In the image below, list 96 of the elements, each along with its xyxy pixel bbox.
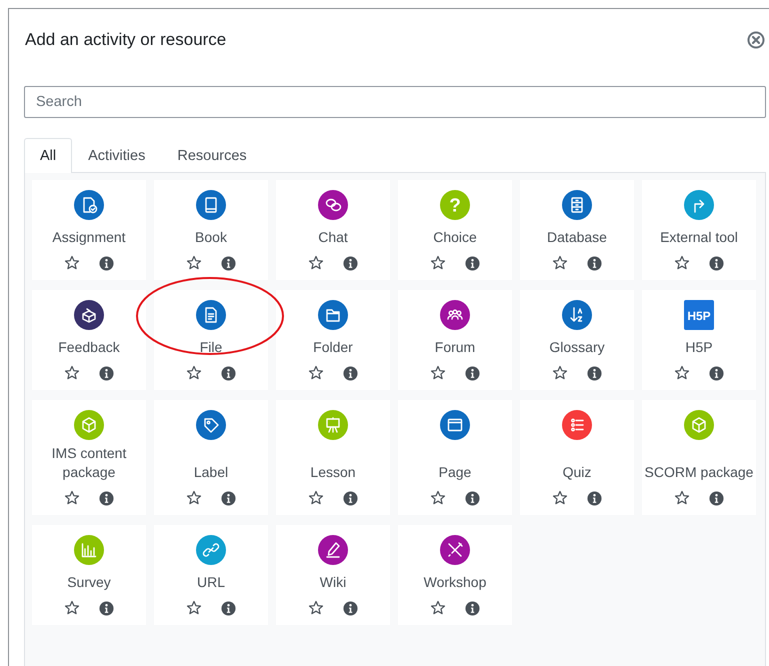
close-icon[interactable] [747, 31, 765, 49]
activity-card[interactable]: SCORM package [642, 400, 756, 515]
star-icon[interactable] [674, 365, 690, 381]
star-icon[interactable] [308, 365, 324, 381]
dialog-title: Add an activity or resource [25, 30, 226, 50]
star-icon[interactable] [308, 490, 324, 506]
activity-card[interactable]: Feedback [32, 290, 146, 390]
star-icon[interactable] [186, 365, 202, 381]
star-icon[interactable] [674, 255, 690, 271]
activity-card[interactable]: Chat [276, 180, 390, 280]
h5p-logo-icon: H5P [684, 300, 714, 330]
star-icon[interactable] [674, 490, 690, 506]
activity-name: Survey [67, 573, 111, 592]
activity-card[interactable]: Wiki [276, 525, 390, 625]
activity-card[interactable]: Assignment [32, 180, 146, 280]
activity-name: Database [547, 228, 607, 247]
activity-card[interactable]: External tool [642, 180, 756, 280]
info-icon[interactable] [99, 366, 114, 380]
star-icon[interactable] [552, 490, 568, 506]
star-icon[interactable] [64, 255, 80, 271]
activity-name: Workshop [424, 573, 486, 592]
info-icon[interactable] [465, 600, 480, 616]
star-icon[interactable] [552, 365, 568, 381]
activity-name: Folder [313, 338, 353, 357]
tab[interactable]: Resources [161, 138, 263, 173]
star-icon[interactable] [64, 600, 80, 616]
activity-name: Choice [433, 228, 477, 247]
activity-card[interactable]: Folder [276, 290, 390, 390]
star-icon[interactable] [186, 490, 202, 506]
activity-name: Label [194, 463, 228, 482]
activity-name: Lesson [310, 463, 356, 482]
activity-name: Glossary [549, 338, 605, 357]
activity-name: SCORM package [644, 463, 754, 482]
info-icon[interactable] [709, 256, 724, 270]
info-icon[interactable] [99, 256, 114, 270]
info-icon[interactable] [587, 256, 602, 270]
activity-card[interactable]: File [154, 290, 268, 390]
info-icon[interactable] [99, 600, 114, 616]
info-icon[interactable] [465, 256, 480, 270]
tab[interactable]: All [24, 138, 72, 173]
info-icon[interactable] [221, 366, 236, 380]
info-icon[interactable] [709, 490, 724, 506]
info-icon[interactable] [587, 490, 602, 506]
activity-card[interactable]: Quiz [520, 400, 634, 515]
activity-card[interactable]: Forum [398, 290, 512, 390]
activity-card[interactable]: H5P H5P [642, 290, 756, 390]
activity-name: IMS content package [50, 444, 128, 482]
activity-card[interactable]: Label [154, 400, 268, 515]
activity-name: Quiz [562, 463, 592, 482]
info-icon[interactable] [465, 366, 480, 380]
tab[interactable]: Activities [72, 138, 162, 173]
activity-card[interactable]: Page [398, 400, 512, 515]
info-icon[interactable] [221, 600, 236, 616]
activity-card[interactable]: Workshop [398, 525, 512, 625]
info-icon[interactable] [343, 366, 358, 380]
info-icon[interactable] [465, 490, 480, 506]
activity-card[interactable]: Survey [32, 525, 146, 625]
info-icon[interactable] [587, 366, 602, 380]
activity-name: External tool [660, 228, 738, 247]
star-icon[interactable] [64, 365, 80, 381]
question-mark-icon: ? [440, 190, 470, 220]
star-icon[interactable] [186, 600, 202, 616]
info-icon[interactable] [343, 490, 358, 506]
activity-name: Assignment [52, 228, 126, 247]
activity-name: Book [195, 228, 227, 247]
star-icon[interactable] [430, 490, 446, 506]
info-icon[interactable] [343, 600, 358, 616]
activity-card[interactable]: Database [520, 180, 634, 280]
activity-card[interactable]: URL [154, 525, 268, 625]
activity-card[interactable]: IMS content package [32, 400, 146, 515]
star-icon[interactable] [552, 255, 568, 271]
star-icon[interactable] [308, 600, 324, 616]
info-icon[interactable] [221, 490, 236, 506]
info-icon[interactable] [221, 256, 236, 270]
star-icon[interactable] [308, 255, 324, 271]
activity-name: H5P [685, 338, 713, 357]
activity-card[interactable]: ? Choice [398, 180, 512, 280]
star-icon[interactable] [186, 255, 202, 271]
activity-card[interactable]: Lesson [276, 400, 390, 515]
star-icon[interactable] [430, 365, 446, 381]
activity-name: Wiki [320, 573, 346, 592]
activity-name: Chat [318, 228, 348, 247]
activity-name: Forum [434, 338, 476, 357]
activity-name: Feedback [58, 338, 120, 357]
info-icon[interactable] [99, 490, 114, 506]
star-icon[interactable] [430, 255, 446, 271]
search-field[interactable]: Search [24, 86, 766, 118]
activity-name: Page [438, 463, 472, 482]
activity-name: File [200, 338, 222, 357]
activity-name: URL [196, 573, 225, 592]
star-icon[interactable] [430, 600, 446, 616]
activity-card[interactable]: Glossary [520, 290, 634, 390]
info-icon[interactable] [343, 256, 358, 270]
activity-card[interactable]: Book [154, 180, 268, 280]
info-icon[interactable] [709, 366, 724, 380]
star-icon[interactable] [64, 490, 80, 506]
